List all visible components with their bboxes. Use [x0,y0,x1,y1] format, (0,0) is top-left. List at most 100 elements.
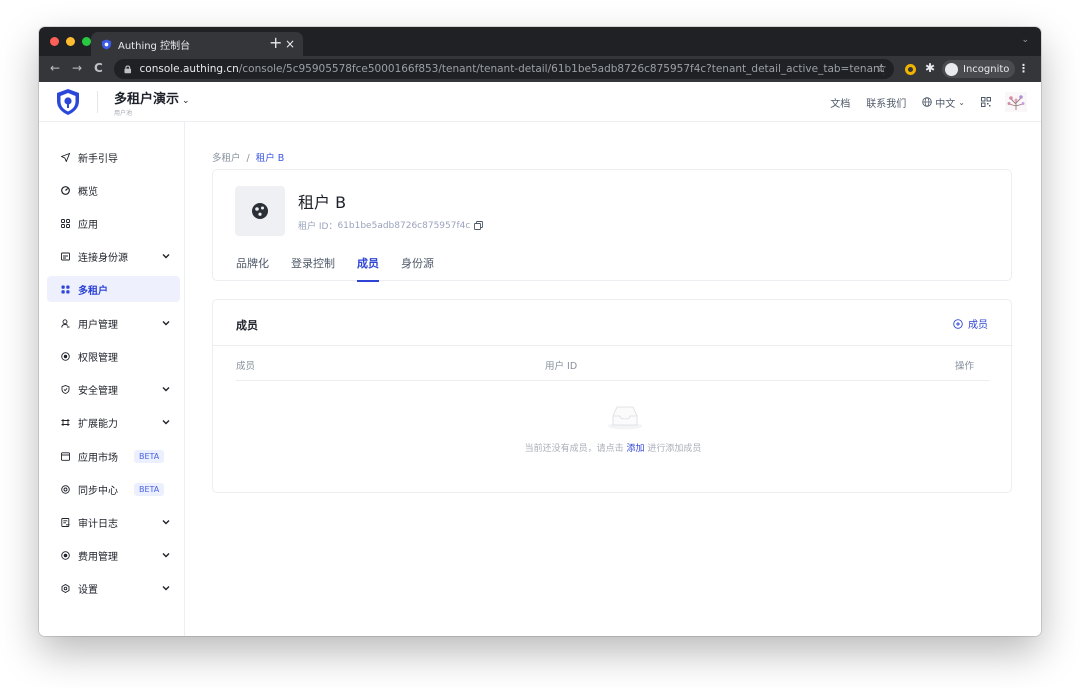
log-icon [61,517,70,527]
breadcrumb: 多租户 / 租户 B [212,150,284,164]
reload-icon[interactable]: C [94,61,103,75]
sidebar-item-label: 扩展能力 [78,418,118,430]
new-tab-button[interactable]: + [269,33,282,52]
chevron-down-icon [162,321,170,326]
breadcrumb-separator: / [246,153,250,164]
tenant-id-value: 61b1be5adb8726c875957f4c [337,220,471,231]
tenant-name: 租户 B [298,193,347,212]
column-header-member: 成员 [236,361,256,372]
authing-logo-icon[interactable] [55,88,81,116]
sidebar-item-sync-center[interactable]: 同步中心 BETA [47,476,180,502]
tab-members[interactable]: 成员 [357,255,379,282]
sidebar-item-billing[interactable]: 费用管理 [47,542,180,568]
lock-icon [124,64,132,73]
globe-icon [922,97,933,107]
window-controls [50,37,91,46]
sidebar-item-label: 应用市场 [78,452,118,464]
user-avatar[interactable] [1005,92,1027,112]
browser-window: Authing 控制台 × + ⌄ ← → C console.authing.… [39,27,1041,636]
tab-login-control[interactable]: 登录控制 [291,255,335,282]
close-window-button[interactable] [50,37,59,46]
contact-link[interactable]: 联系我们 [866,95,906,110]
userpool-name: 多租户演示 [114,92,180,107]
header-actions: 文档 联系我们 中文 ⌄ [814,82,1027,122]
add-member-label: 成员 [968,320,988,331]
sidebar-item-identity-sources[interactable]: 连接身份源 [47,243,180,269]
sidebar-item-label: 同步中心 [78,485,118,497]
close-tab-icon[interactable]: × [285,37,295,51]
empty-state-add-link[interactable]: 添加 [626,444,644,454]
chevron-down-icon [162,420,170,425]
sidebar-item-audit-logs[interactable]: 审计日志 [47,509,180,535]
puzzle-extensions-icon[interactable]: ✱ [925,61,935,75]
main-content: 多租户 / 租户 B 租户 B 租户 ID： 61b1be5adb8726c87595… [185,122,1041,636]
sidebar-item-label: 应用 [78,219,98,231]
sidebar-item-label: 用户管理 [78,319,118,331]
zoom-window-button[interactable] [82,37,91,46]
target-icon [61,351,70,361]
sidebar-item-marketplace[interactable]: 应用市场 BETA [47,443,180,469]
chevron-down-icon [162,387,170,392]
sidebar-item-label: 安全管理 [78,385,118,397]
userpool-switcher[interactable]: 多租户演示 ⌄ [114,88,190,107]
tab-branding[interactable]: 品牌化 [236,255,269,282]
url-host: console.authing.cn [139,63,239,75]
sidebar-item-label: 连接身份源 [78,252,128,264]
authing-favicon-icon [101,38,112,50]
tenant-tabs: 品牌化 登录控制 成员 身份源 [236,255,456,282]
chevron-down-icon: ⌄ [182,96,190,106]
sidebar-item-guide[interactable]: 新手引导 [47,144,180,170]
billing-icon [61,550,70,560]
market-icon [61,451,70,461]
language-chevron-icon: ⌄ [958,97,965,107]
copy-icon[interactable] [474,221,484,230]
plus-circle-icon [953,318,963,329]
tab-identity-sources[interactable]: 身份源 [401,255,434,282]
qrcode-icon[interactable] [981,97,991,107]
sidebar-item-label: 多租户 [78,285,108,297]
table-header-divider [236,380,990,381]
sidebar-item-label: 新手引导 [78,153,118,165]
card-divider [213,345,1013,346]
incognito-label: Incognito [963,63,1010,75]
empty-state-prefix: 当前还没有成员，请点击 [524,444,627,454]
sidebar-item-multi-tenant[interactable]: 多租户 [47,276,180,302]
sidebar-item-extensions[interactable]: 扩展能力 [47,409,180,435]
grid-icon [61,285,70,293]
sidebar-item-label: 设置 [78,584,98,596]
empty-inbox-icon [608,406,642,430]
address-bar[interactable]: console.authing.cn/console/5c95905578fce… [114,59,894,79]
back-icon[interactable]: ← [50,61,60,75]
chevron-down-icon [162,520,170,525]
sidebar-item-settings[interactable]: 设置 [47,575,180,601]
sidebar-item-label: 概览 [78,186,98,198]
url-text: console.authing.cn/console/5c95905578fce… [140,63,885,75]
sidebar-item-security[interactable]: 安全管理 [47,376,180,402]
language-switcher[interactable]: 中文 ⌄ [922,95,965,110]
breadcrumb-parent-link[interactable]: 多租户 [212,153,241,164]
bookmark-star-icon[interactable]: ☆ [876,61,887,75]
column-header-user-id: 用户 ID [545,361,578,372]
empty-state-text: 当前还没有成员，请点击 添加 进行添加成员 [213,441,1013,454]
tenant-logo-icon [252,203,268,219]
minimize-window-button[interactable] [66,37,75,46]
docs-link[interactable]: 文档 [830,95,850,110]
sidebar-item-overview[interactable]: 概览 [47,177,180,203]
sidebar-item-users[interactable]: 用户管理 [47,310,180,336]
incognito-badge[interactable]: Incognito [942,60,1016,78]
extension-icon[interactable] [905,64,916,75]
user-icon [61,318,70,328]
column-header-actions: 操作 [954,361,974,372]
tab-search-icon[interactable]: ⌄ [1021,35,1029,45]
tenant-avatar [235,186,285,236]
forward-icon[interactable]: → [72,61,82,75]
sidebar-item-permissions[interactable]: 权限管理 [47,343,180,369]
url-path: /console/5c95905578fce5000166f853/tenant… [238,63,884,75]
userpool-subtitle: 用户池 [114,110,133,117]
browser-menu-icon[interactable]: ⋮ [1018,62,1029,75]
tenant-id-row: 租户 ID： 61b1be5adb8726c875957f4c [298,219,484,232]
id-card-icon [61,252,70,260]
settings-icon [61,583,70,593]
sidebar-item-apps[interactable]: 应用 [47,210,180,236]
add-member-button[interactable]: 成员 [953,316,988,331]
